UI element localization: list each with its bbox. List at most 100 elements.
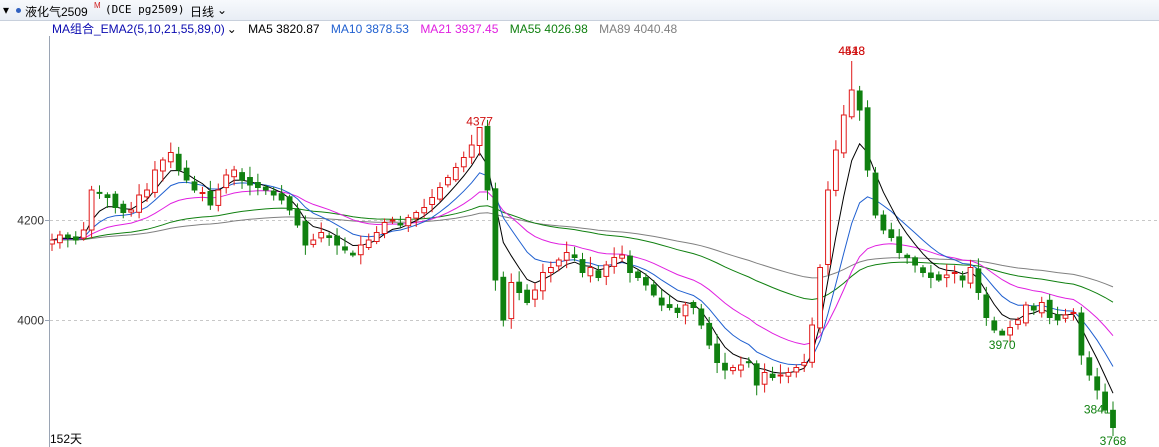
candle[interactable]: [302, 215, 309, 255]
candle[interactable]: [318, 222, 325, 243]
candle[interactable]: [199, 186, 206, 202]
candle[interactable]: [460, 151, 467, 173]
candle[interactable]: [492, 182, 499, 291]
candle[interactable]: [935, 271, 942, 283]
candle[interactable]: [595, 265, 602, 282]
candle[interactable]: [112, 191, 119, 214]
candle[interactable]: [571, 246, 578, 262]
candle[interactable]: [951, 265, 958, 284]
candle[interactable]: [1086, 351, 1093, 381]
candle[interactable]: [872, 166, 879, 219]
candle[interactable]: [255, 173, 261, 196]
candle[interactable]: [1078, 306, 1085, 365]
candle[interactable]: [80, 222, 87, 241]
candle[interactable]: [1094, 367, 1101, 400]
candle[interactable]: [943, 264, 950, 288]
candle[interactable]: [405, 214, 412, 232]
candle[interactable]: [357, 235, 364, 265]
candle[interactable]: [698, 303, 705, 330]
candle[interactable]: [690, 300, 697, 315]
candle[interactable]: [793, 364, 800, 378]
candle[interactable]: [183, 160, 190, 184]
candle[interactable]: [817, 264, 824, 334]
candle[interactable]: [437, 182, 443, 202]
candle[interactable]: [777, 364, 784, 384]
candle[interactable]: [223, 168, 230, 194]
candle[interactable]: [365, 233, 372, 250]
candle[interactable]: [468, 134, 475, 164]
candle[interactable]: [674, 304, 681, 319]
candle[interactable]: [270, 187, 277, 201]
candle[interactable]: [753, 360, 760, 396]
candle[interactable]: [278, 185, 285, 205]
candle[interactable]: [603, 260, 610, 286]
candle[interactable]: [912, 255, 919, 273]
candlestick-chart[interactable]: 437744433970451838413768 40004200: [0, 0, 1159, 447]
candle[interactable]: [72, 231, 79, 245]
candle[interactable]: [373, 226, 380, 245]
candle[interactable]: [350, 250, 356, 258]
candle[interactable]: [587, 256, 594, 283]
candle[interactable]: [658, 289, 665, 312]
candle[interactable]: [548, 261, 554, 283]
candle[interactable]: [896, 228, 903, 259]
candle[interactable]: [785, 367, 792, 384]
candle[interactable]: [96, 185, 103, 199]
candle[interactable]: [1046, 294, 1053, 325]
candle[interactable]: [722, 352, 728, 380]
candle[interactable]: [207, 180, 214, 210]
candle[interactable]: [856, 85, 863, 121]
candle[interactable]: [476, 127, 483, 156]
candle[interactable]: [516, 271, 523, 301]
candle[interactable]: [888, 222, 895, 242]
candle[interactable]: [840, 105, 847, 158]
candle[interactable]: [833, 140, 839, 197]
candle[interactable]: [57, 230, 63, 249]
candle[interactable]: [484, 119, 491, 201]
candle[interactable]: [999, 328, 1006, 336]
candle[interactable]: [714, 334, 721, 374]
candle[interactable]: [104, 192, 111, 208]
candle[interactable]: [928, 264, 934, 289]
candle[interactable]: [848, 61, 855, 120]
candle[interactable]: [231, 165, 237, 186]
candle[interactable]: [310, 233, 317, 248]
candle[interactable]: [152, 161, 158, 198]
candle-body-up: [223, 174, 230, 189]
candle[interactable]: [611, 247, 618, 274]
candle[interactable]: [769, 366, 776, 381]
candle[interactable]: [825, 181, 831, 275]
candle[interactable]: [738, 356, 744, 378]
candle[interactable]: [920, 265, 926, 278]
candle[interactable]: [532, 283, 538, 308]
candle[interactable]: [730, 364, 736, 375]
candle[interactable]: [761, 363, 768, 393]
candle[interactable]: [136, 184, 142, 219]
candle[interactable]: [239, 168, 245, 189]
candle[interactable]: [215, 183, 222, 212]
candle[interactable]: [326, 232, 333, 246]
candle[interactable]: [1023, 301, 1029, 327]
candle[interactable]: [706, 316, 713, 350]
candle[interactable]: [88, 185, 95, 239]
candle[interactable]: [864, 100, 871, 177]
candle[interactable]: [1038, 296, 1045, 318]
candle[interactable]: [389, 216, 396, 224]
candle[interactable]: [500, 271, 507, 327]
candle[interactable]: [579, 252, 586, 278]
candle[interactable]: [294, 203, 301, 228]
candle[interactable]: [286, 194, 293, 216]
candle[interactable]: [445, 174, 451, 188]
candle[interactable]: [452, 162, 459, 182]
candle-body-up: [136, 194, 142, 213]
candle[interactable]: [334, 228, 341, 255]
candle[interactable]: [809, 317, 816, 368]
candle[interactable]: [540, 263, 546, 300]
candle[interactable]: [991, 316, 998, 334]
candle[interactable]: [1110, 401, 1116, 436]
candle[interactable]: [167, 142, 174, 169]
candle[interactable]: [524, 284, 531, 306]
candle[interactable]: [880, 210, 887, 235]
candle[interactable]: [144, 183, 150, 202]
candle[interactable]: [49, 233, 55, 252]
